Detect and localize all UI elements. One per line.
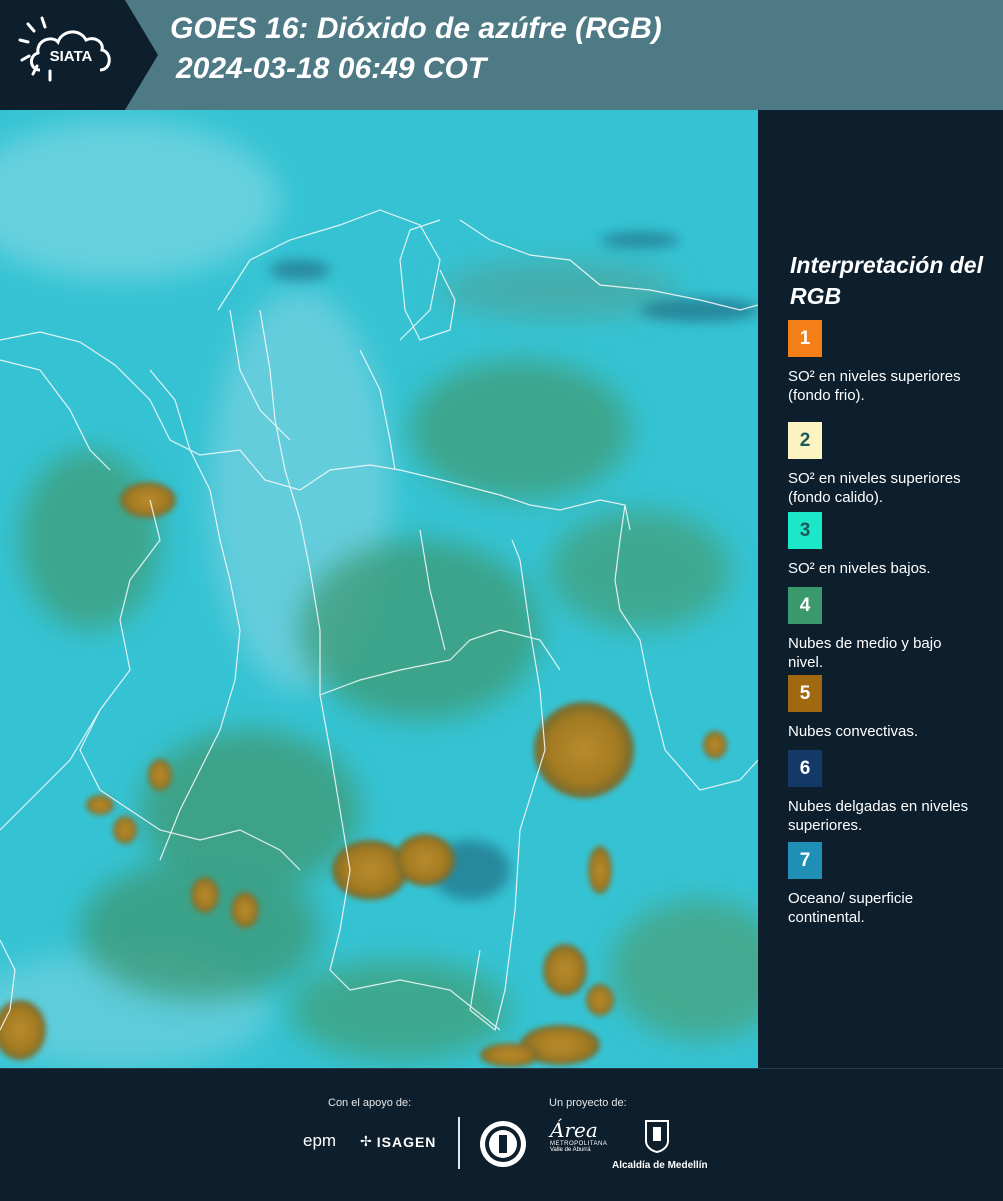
legend-swatch: 2 xyxy=(788,422,822,459)
area-metropolitana-logo: Área METROPOLITANA Valle de Aburrá xyxy=(550,1118,607,1153)
satellite-map[interactable] xyxy=(0,110,758,1068)
epm-logo: epm xyxy=(303,1131,337,1150)
timestamp: 2024-03-18 06:49 COT xyxy=(176,52,487,85)
legend-label: Oceano/ superficie continental. xyxy=(788,890,914,926)
header-bar: SIATA GOES 16: Dióxido de azúfre (RGB) 2… xyxy=(0,0,1003,110)
legend-label: SO² en niveles superiores (fondo calido)… xyxy=(788,470,961,506)
satellite-image xyxy=(0,110,758,1068)
isagen-logo: ✢ ISAGEN xyxy=(360,1133,436,1150)
legend-item: 7 Oceano/ superficie continental. xyxy=(788,842,998,929)
legend-swatch: 1 xyxy=(788,320,822,357)
page-title: GOES 16: Dióxido de azúfre (RGB) xyxy=(170,12,662,45)
area-script: Área xyxy=(550,1118,598,1142)
legend-swatch: 3 xyxy=(788,512,822,549)
alcaldia-logo: Alcaldía de Medellín xyxy=(612,1119,708,1171)
legend-item: 2 SO² en niveles superiores (fondo calido… xyxy=(788,422,998,509)
legend-title: Interpretación del RGB xyxy=(790,252,983,309)
footer-divider xyxy=(458,1117,460,1169)
alcaldia-text: Alcaldía de Medellín xyxy=(612,1160,708,1171)
legend-item: 4 Nubes de medio y bajo nivel. xyxy=(788,587,998,674)
logo-text: SIATA xyxy=(50,48,93,65)
legend-swatch: 5 xyxy=(788,675,822,712)
coat-of-arms-icon xyxy=(645,1120,669,1154)
legend-item: 6 Nubes delgadas en niveles superiores. xyxy=(788,750,998,837)
legend-swatch: 6 xyxy=(788,750,822,787)
isagen-text: ISAGEN xyxy=(376,1133,437,1150)
isagen-icon: ✢ xyxy=(360,1133,373,1149)
legend-item: 1 SO² en niveles superiores (fondo frio). xyxy=(788,320,998,407)
legend-panel: Interpretación del RGB 1 SO² en niveles s… xyxy=(758,110,1003,1068)
legend-label: Nubes delgadas en niveles superiores. xyxy=(788,798,969,834)
project-label: Un proyecto de: xyxy=(549,1097,627,1109)
legend-label: SO² en niveles superiores (fondo frio). xyxy=(788,368,961,404)
legend-item: 3 SO² en niveles bajos. xyxy=(788,512,998,599)
siata-logo: SIATA xyxy=(0,0,158,110)
legend-swatch: 7 xyxy=(788,842,822,879)
support-label: Con el apoyo de: xyxy=(328,1097,412,1109)
eafit-seal-logo xyxy=(480,1121,526,1167)
footer: Con el apoyo de: epm ✢ ISAGEN Un proyect… xyxy=(0,1068,1003,1201)
legend-item: 5 Nubes convectivas. xyxy=(788,675,998,762)
legend-label: Nubes de medio y bajo nivel. xyxy=(788,635,942,671)
legend-swatch: 4 xyxy=(788,587,822,624)
area-sub: Valle de Aburrá xyxy=(550,1147,591,1153)
